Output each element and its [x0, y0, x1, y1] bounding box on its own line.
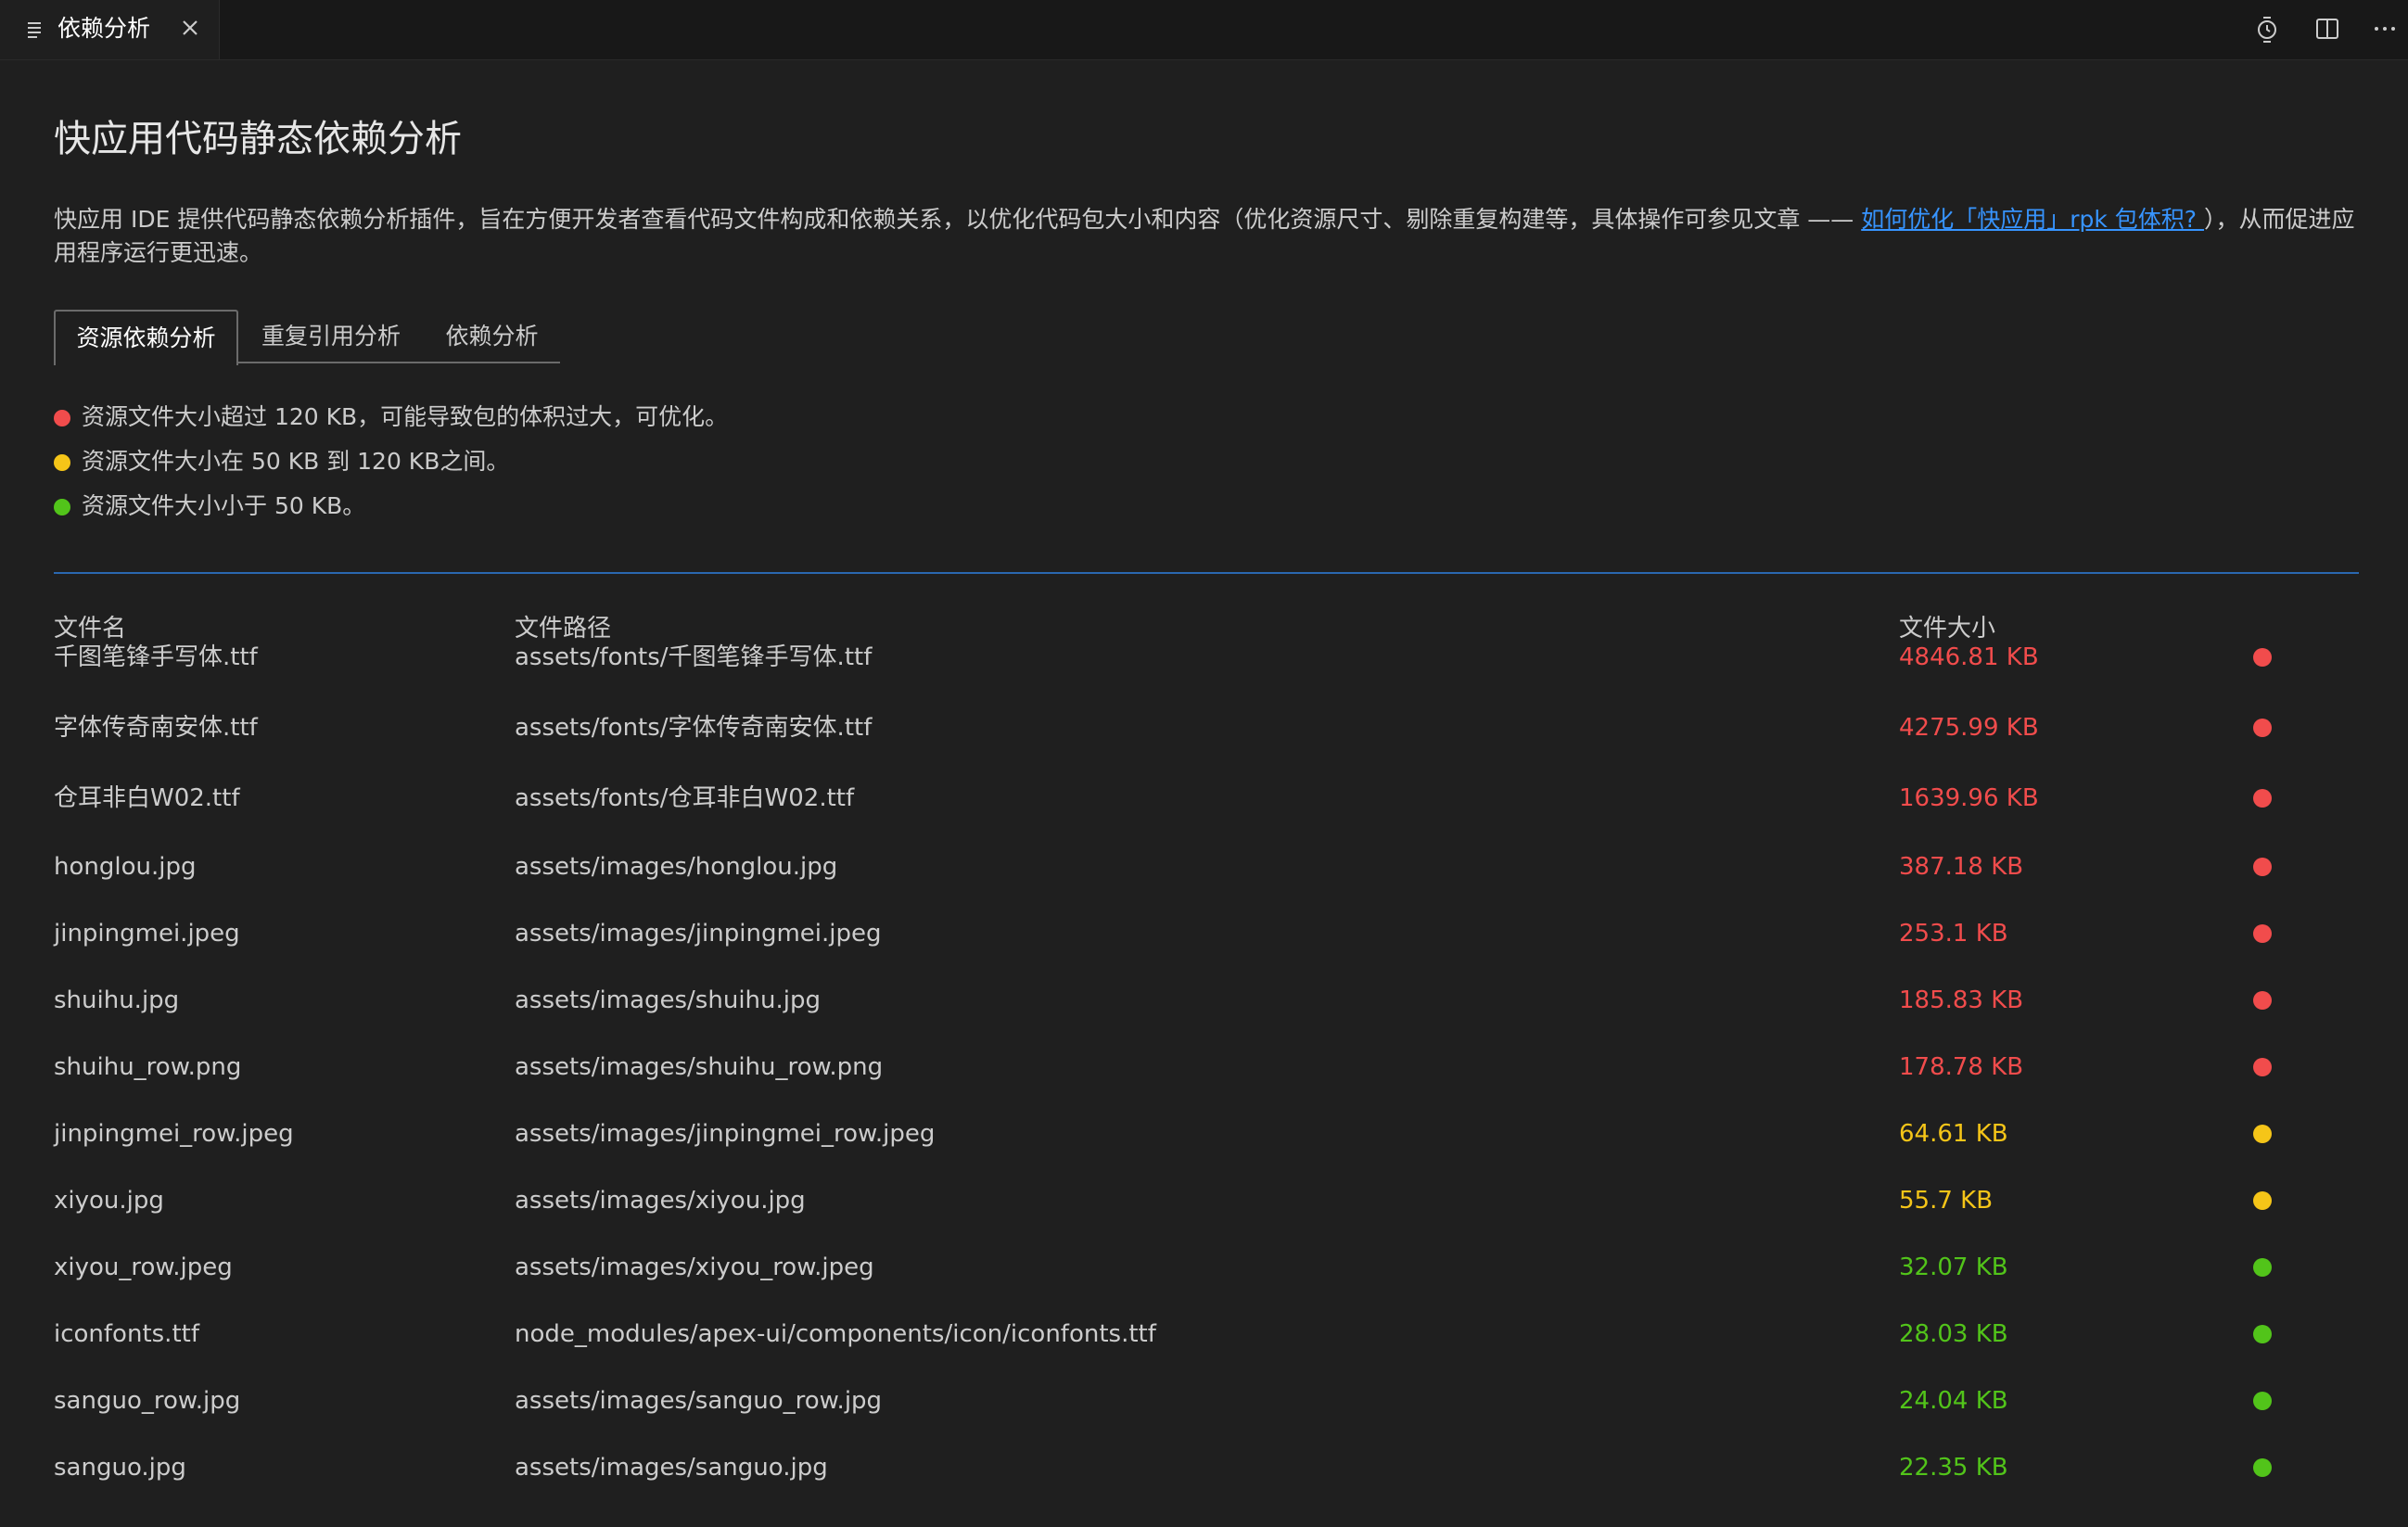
optimize-article-link[interactable]: 如何优化「快应用」rpk 包体积?: [1861, 206, 2204, 233]
green-dot-icon: [54, 499, 70, 515]
legend-item-yellow: 资源文件大小在 50 KB 到 120 KB之间。: [54, 443, 1166, 480]
table-row[interactable]: jinpingmei_row.jpeg assets/images/jinping…: [54, 1101, 2359, 1167]
file-name-cell: 仓耳非白W02.ttf: [54, 784, 240, 812]
file-name-cell: sanguo_row.jpg: [54, 1387, 241, 1415]
table-row[interactable]: xiyou_row.jpeg assets/images/xiyou_row.jp…: [54, 1234, 2359, 1301]
split-editor-icon[interactable]: [2312, 13, 2343, 45]
table-row[interactable]: sanguo_row.jpg assets/images/sanguo_row.j…: [54, 1368, 2359, 1434]
file-size-cell: 253.1 KB: [1899, 920, 2008, 948]
file-name-cell: jinpingmei.jpeg: [54, 920, 240, 948]
file-name-cell: xiyou_row.jpeg: [54, 1253, 233, 1281]
file-name-cell: jinpingmei_row.jpeg: [54, 1120, 294, 1148]
legend-text: 资源文件大小超过 120 KB，可能导致包的体积过大，可优化。: [82, 403, 729, 430]
file-size-cell: 55.7 KB: [1899, 1187, 1994, 1215]
file-name-cell: shuihu.jpg: [54, 986, 180, 1014]
editor-tab-dependency-analysis[interactable]: 依赖分析: [0, 0, 220, 59]
table-row[interactable]: xiyou.jpg assets/images/xiyou.jpg 55.7 KB: [54, 1167, 2359, 1234]
file-size-cell: 178.78 KB: [1899, 1053, 2024, 1081]
file-path-cell: assets/images/xiyou.jpg: [515, 1187, 806, 1215]
file-size-cell: 185.83 KB: [1899, 986, 2024, 1014]
green-dot-icon: [2253, 1258, 2272, 1277]
file-size-cell: 24.04 KB: [1899, 1387, 2008, 1415]
table-row[interactable]: sanguo.jpg assets/images/sanguo.jpg 22.35 …: [54, 1434, 2359, 1501]
tab-resource-dependency[interactable]: 资源依赖分析: [54, 310, 238, 365]
page-title: 快应用代码静态依赖分析: [54, 118, 462, 160]
editor-tab-bar: 依赖分析: [0, 0, 2408, 60]
red-dot-icon: [54, 410, 70, 426]
table-row[interactable]: jinpingmei.jpeg assets/images/jinpingmei.…: [54, 900, 2359, 967]
legend-text: 资源文件大小在 50 KB 到 120 KB之间。: [82, 448, 510, 475]
yellow-dot-icon: [2253, 1125, 2272, 1143]
yellow-dot-icon: [2253, 1191, 2272, 1210]
table-row[interactable]: 千图笔锋手写体.ttf assets/fonts/千图笔锋手写体.ttf 4846.…: [54, 624, 2359, 691]
green-dot-icon: [2253, 1458, 2272, 1477]
intro-text: 快应用 IDE 提供代码静态依赖分析插件，旨在方便开发者查看代码文件构成和依赖关…: [54, 206, 1862, 233]
table-row[interactable]: shuihu.jpg assets/images/shuihu.jpg 185.83…: [54, 967, 2359, 1034]
table-row[interactable]: iconfonts.ttf node_modules/apex-ui/compon…: [54, 1301, 2359, 1368]
file-size-cell: 387.18 KB: [1899, 853, 2024, 881]
red-dot-icon: [2253, 991, 2272, 1010]
timeline-icon[interactable]: [2251, 13, 2283, 45]
file-name-cell: xiyou.jpg: [54, 1187, 164, 1215]
file-name-cell: 字体传奇南安体.ttf: [54, 714, 258, 742]
file-path-cell: assets/images/jinpingmei.jpeg: [515, 920, 882, 948]
green-dot-icon: [2253, 1325, 2272, 1343]
red-dot-icon: [2253, 924, 2272, 943]
green-dot-icon: [2253, 1392, 2272, 1410]
tab-duplicate-reference[interactable]: 重复引用分析: [238, 310, 424, 363]
file-path-cell: assets/images/sanguo_row.jpg: [515, 1387, 883, 1415]
red-dot-icon: [2253, 719, 2272, 737]
file-name-cell: shuihu_row.png: [54, 1053, 242, 1081]
file-size-cell: 28.03 KB: [1899, 1320, 2008, 1348]
section-divider: [54, 572, 2359, 574]
red-dot-icon: [2253, 1058, 2272, 1076]
legend-item-green: 资源文件大小小于 50 KB。: [54, 488, 1166, 525]
file-size-cell: 22.35 KB: [1899, 1454, 2008, 1482]
legend-text: 资源文件大小小于 50 KB。: [82, 492, 366, 519]
file-path-cell: assets/images/honglou.jpg: [515, 853, 838, 881]
list-icon: [28, 22, 41, 38]
file-size-cell: 4275.99 KB: [1899, 714, 2039, 742]
file-name-cell: honglou.jpg: [54, 853, 197, 881]
file-path-cell: assets/images/shuihu_row.png: [515, 1053, 884, 1081]
more-icon[interactable]: [2369, 13, 2401, 45]
table-row[interactable]: honglou.jpg assets/images/honglou.jpg 387.…: [54, 833, 2359, 900]
file-size-cell: 64.61 KB: [1899, 1120, 2008, 1148]
red-dot-icon: [2253, 858, 2272, 876]
intro-paragraph: 快应用 IDE 提供代码静态依赖分析插件，旨在方便开发者查看代码文件构成和依赖关…: [54, 203, 2359, 270]
red-dot-icon: [2253, 648, 2272, 667]
file-path-cell: assets/fonts/仓耳非白W02.ttf: [515, 784, 855, 812]
file-size-cell: 1639.96 KB: [1899, 784, 2039, 812]
file-path-cell: assets/images/xiyou_row.jpeg: [515, 1253, 874, 1281]
file-path-cell: assets/images/jinpingmei_row.jpeg: [515, 1120, 936, 1148]
file-path-cell: assets/images/shuihu.jpg: [515, 986, 821, 1014]
file-path-cell: node_modules/apex-ui/components/icon/ico…: [515, 1320, 1156, 1348]
legend-item-red: 资源文件大小超过 120 KB，可能导致包的体积过大，可优化。: [54, 399, 1166, 436]
editor-tab-title: 依赖分析: [57, 15, 151, 42]
table-row[interactable]: shuihu_row.png assets/images/shuihu_row.p…: [54, 1034, 2359, 1101]
red-dot-icon: [2253, 789, 2272, 808]
yellow-dot-icon: [54, 454, 70, 471]
file-path-cell: assets/fonts/字体传奇南安体.ttf: [515, 714, 873, 742]
table-row[interactable]: 仓耳非白W02.ttf assets/fonts/仓耳非白W02.ttf 1639.…: [54, 765, 2359, 832]
file-name-cell: sanguo.jpg: [54, 1454, 186, 1482]
file-path-cell: assets/images/sanguo.jpg: [515, 1454, 828, 1482]
file-name-cell: iconfonts.ttf: [54, 1320, 199, 1348]
file-path-cell: assets/fonts/千图笔锋手写体.ttf: [515, 643, 873, 671]
file-name-cell: 千图笔锋手写体.ttf: [54, 643, 258, 671]
tab-dependency[interactable]: 依赖分析: [424, 310, 560, 363]
file-size-cell: 32.07 KB: [1899, 1253, 2008, 1281]
close-icon[interactable]: [178, 16, 202, 40]
file-size-cell: 4846.81 KB: [1899, 643, 2039, 671]
table-row[interactable]: 字体传奇南安体.ttf assets/fonts/字体传奇南安体.ttf 4275.…: [54, 694, 2359, 761]
